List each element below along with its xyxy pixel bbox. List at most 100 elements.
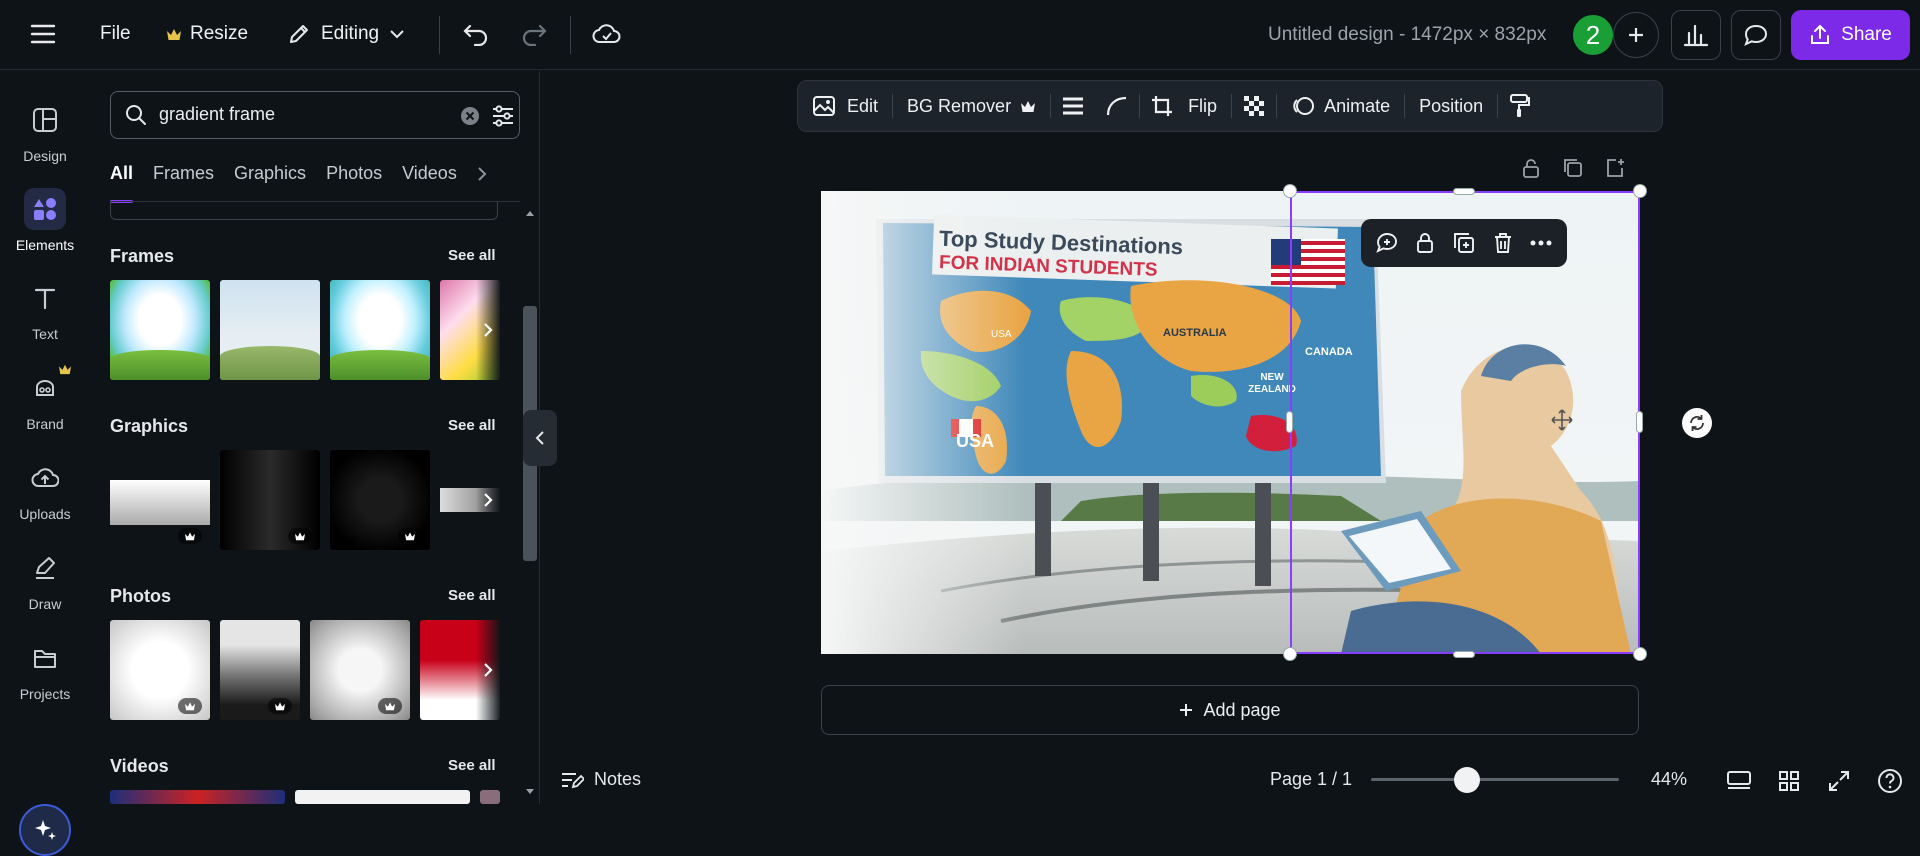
see-all-videos-link[interactable]: See all <box>448 757 496 774</box>
resize-handle-top-left[interactable] <box>1283 184 1297 198</box>
more-options-icon[interactable] <box>1529 239 1553 247</box>
lock-page-icon[interactable] <box>1520 157 1542 179</box>
search-icon <box>125 104 147 126</box>
redo-icon[interactable] <box>520 14 548 54</box>
rail-label: Uploads <box>19 506 71 522</box>
page-indicator[interactable]: Page 1 / 1 <box>1270 769 1352 790</box>
resize-handle-bottom-right[interactable] <box>1633 647 1647 661</box>
add-comment-icon[interactable] <box>1375 231 1399 255</box>
flip-button[interactable]: Flip <box>1184 80 1231 132</box>
share-label: Share <box>1841 24 1892 45</box>
crop-button[interactable] <box>1140 80 1184 132</box>
crop-icon <box>1150 94 1174 118</box>
rail-item-brand[interactable]: Brand <box>0 364 90 432</box>
graphic-thumbnail[interactable] <box>330 450 430 550</box>
scroll-down-icon[interactable] <box>525 788 535 796</box>
help-icon[interactable] <box>1876 767 1904 795</box>
graphic-thumbnail[interactable] <box>110 450 210 550</box>
video-thumbnail[interactable] <box>110 790 285 804</box>
shapes-icon <box>24 188 66 230</box>
lock-icon[interactable] <box>1414 231 1436 255</box>
rail-item-projects[interactable]: Projects <box>0 637 90 702</box>
tab-frames[interactable]: Frames <box>153 163 214 203</box>
frame-thumbnail[interactable] <box>330 280 430 380</box>
zoom-slider[interactable] <box>1371 778 1619 781</box>
see-all-graphics-link[interactable]: See all <box>448 417 496 434</box>
transparency-button[interactable] <box>1232 80 1276 132</box>
frame-thumbnail[interactable] <box>220 280 320 380</box>
notes-button[interactable]: Notes <box>560 769 641 790</box>
search-input[interactable] <box>159 104 439 125</box>
comments-button[interactable] <box>1731 10 1781 60</box>
see-all-frames-link[interactable]: See all <box>448 247 496 264</box>
scroll-up-icon[interactable] <box>525 209 535 217</box>
rotate-handle[interactable] <box>1682 408 1712 438</box>
tab-videos[interactable]: Videos <box>402 163 457 203</box>
position-label: Position <box>1419 95 1484 116</box>
see-all-photos-link[interactable]: See all <box>448 587 496 604</box>
resize-handle-bottom-left[interactable] <box>1283 647 1297 661</box>
graphics-next-arrow[interactable] <box>476 450 500 550</box>
frame-thumbnail[interactable] <box>110 280 210 380</box>
tab-graphics[interactable]: Graphics <box>234 163 306 203</box>
duplicate-page-icon[interactable] <box>1562 157 1584 179</box>
page-view-icon[interactable] <box>1725 767 1753 795</box>
cloud-saved-icon[interactable] <box>592 14 622 54</box>
grid-view-icon[interactable] <box>1775 767 1803 795</box>
paint-roller-icon <box>1508 93 1532 119</box>
collapse-panel-button[interactable] <box>523 410 557 466</box>
copy-style-button[interactable] <box>1498 80 1542 132</box>
rail-item-text[interactable]: Text <box>0 277 90 342</box>
share-button[interactable]: Share <box>1791 10 1910 60</box>
file-menu[interactable]: File <box>100 14 131 54</box>
position-button[interactable]: Position <box>1405 80 1497 132</box>
add-page-icon[interactable] <box>1604 157 1626 179</box>
add-collaborator-button[interactable] <box>1613 12 1659 58</box>
tab-all[interactable]: All <box>110 163 134 203</box>
resize-handle-left[interactable] <box>1286 411 1293 433</box>
bg-remover-button[interactable]: BG Remover <box>893 80 1050 132</box>
edit-image-button[interactable]: Edit <box>798 80 892 132</box>
design-title[interactable]: Untitled design - 1472px × 832px <box>1268 24 1546 46</box>
bg-remover-label: BG Remover <box>907 95 1012 116</box>
zoom-slider-knob[interactable] <box>1454 767 1480 793</box>
fullscreen-icon[interactable] <box>1825 767 1853 795</box>
magic-sparkle-button[interactable] <box>19 804 71 856</box>
video-thumbnail[interactable] <box>480 790 500 804</box>
graphic-thumbnail[interactable] <box>220 450 320 550</box>
resize-handle-top[interactable] <box>1453 188 1475 195</box>
trash-icon[interactable] <box>1492 231 1514 255</box>
resize-handle-top-right[interactable] <box>1633 184 1647 198</box>
rail-item-design[interactable]: Design <box>0 99 90 164</box>
tab-photos[interactable]: Photos <box>326 163 382 203</box>
rail-item-draw[interactable]: Draw <box>0 547 90 612</box>
resize-handle-right[interactable] <box>1636 411 1643 433</box>
clear-search-icon[interactable] <box>459 105 481 127</box>
animate-button[interactable]: Animate <box>1277 80 1404 132</box>
photos-next-arrow[interactable] <box>476 620 500 720</box>
top-bar: File Resize Editing Untitled design - 14… <box>0 0 1920 70</box>
add-page-button[interactable]: Add page <box>821 685 1639 735</box>
video-thumbnail[interactable] <box>295 790 470 804</box>
photo-thumbnail[interactable] <box>310 620 410 720</box>
resize-button[interactable]: Resize <box>166 14 248 54</box>
main-menu-icon[interactable] <box>30 14 56 54</box>
zoom-level[interactable]: 44% <box>1651 769 1687 790</box>
resize-handle-bottom[interactable] <box>1453 651 1475 658</box>
photo-thumbnail[interactable] <box>110 620 210 720</box>
previous-result-strip <box>110 201 498 220</box>
editing-mode-dropdown[interactable]: Editing <box>287 14 405 54</box>
border-style-button[interactable] <box>1051 80 1095 132</box>
undo-icon[interactable] <box>462 14 490 54</box>
insights-button[interactable] <box>1671 10 1721 60</box>
rail-item-elements[interactable]: Elements <box>0 188 90 253</box>
rail-item-uploads[interactable]: Uploads <box>0 457 90 522</box>
left-rail: Design Elements Text Brand Uploads Draw … <box>0 71 90 856</box>
collaborator-avatar[interactable]: 2 <box>1571 13 1615 57</box>
duplicate-icon[interactable] <box>1452 231 1476 255</box>
frames-next-arrow[interactable] <box>476 280 500 380</box>
corner-rounding-button[interactable] <box>1095 80 1139 132</box>
tabs-scroll-right-icon[interactable] <box>477 163 487 203</box>
photo-thumbnail[interactable] <box>220 620 300 720</box>
filter-sliders-icon[interactable] <box>491 104 515 128</box>
